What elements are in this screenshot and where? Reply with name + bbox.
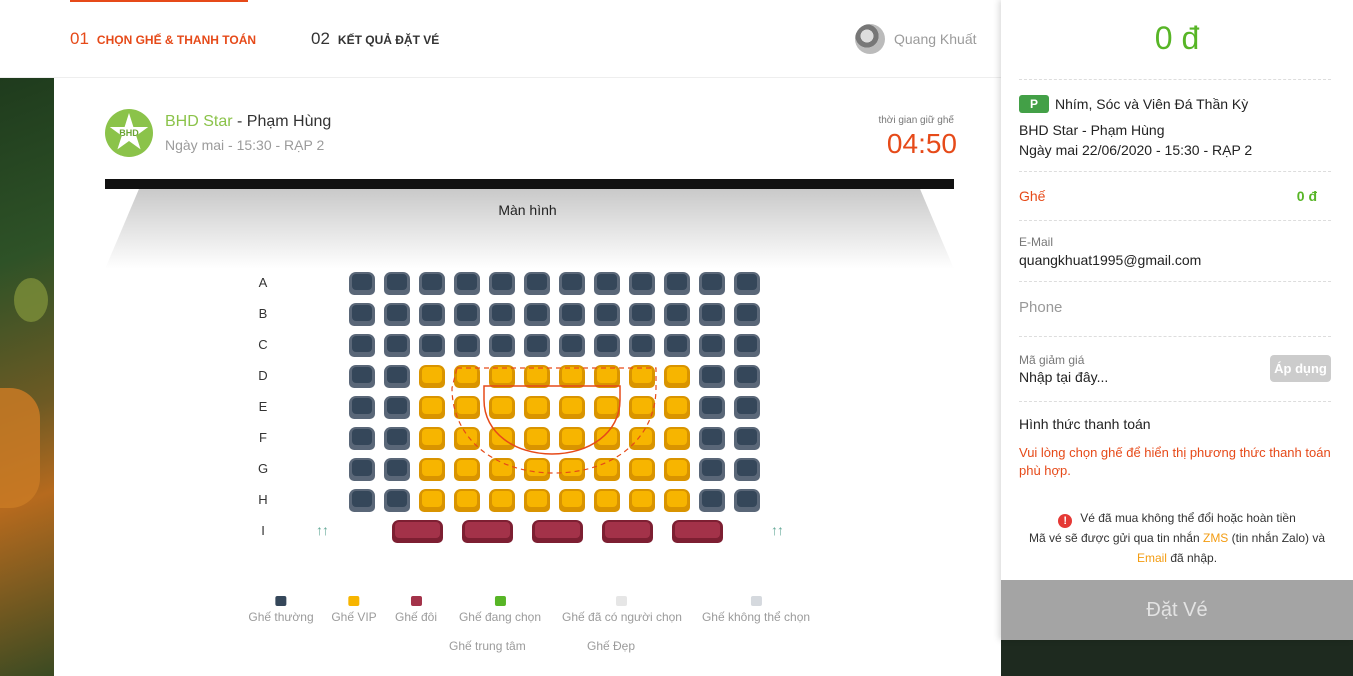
ticket-notice: ! Vé đã mua không thể đổi hoặc hoàn tiền … [1001,508,1353,568]
legend-swatch [348,596,360,606]
payment-method-note: Vui lòng chọn ghế để hiển thị phương thứ… [1019,445,1331,478]
legend-item: Ghế VIP [331,596,377,624]
discount-code-input[interactable]: Nhập tại đây... [1019,369,1108,385]
legend-center-seats: Ghế trung tâm [407,639,526,653]
legend-swatch [275,596,287,606]
legend-swatch [616,596,628,606]
divider [1019,171,1331,172]
legend-label: Ghế đã có người chọn [562,610,682,624]
notice-text: Mã vé sẽ được gửi qua tin nhắn [1028,531,1203,545]
notice-text: (tin nhắn Zalo) và [1228,531,1326,545]
legend-item: Ghế đôi [395,596,437,624]
step-result[interactable]: 02 KẾT QUẢ ĐẶT VÉ [311,29,439,49]
step-label: KẾT QUẢ ĐẶT VÉ [337,33,440,47]
payment-method-title: Hình thức thanh toán [1019,416,1151,432]
legend-label: Ghế không thể chọn [701,610,811,624]
notice-text: đã nhập. [1166,551,1218,565]
step-number: 02 [311,29,330,48]
divider [1019,281,1331,282]
step-label: CHỌN GHẾ & THANH TOÁN [96,33,257,47]
divider [1019,220,1331,221]
seat-summary-label: Ghế [1019,188,1046,204]
legend-label: Ghế VIP [331,610,377,624]
summary-datetime: Ngày mai 22/06/2020 - 15:30 - RẠP 2 [1019,142,1253,158]
legend-swatch [410,596,422,606]
movie-info: P Nhím, Sóc và Viên Đá Thần Kỳ [1019,95,1248,113]
center-zone-outline [451,367,657,474]
legend-item: Ghế thường [248,596,314,624]
divider [1019,336,1331,337]
user-name: Quang Khuất [894,31,977,47]
step-choose-seat[interactable]: 01 CHỌN GHẾ & THANH TOÁN [70,29,256,49]
avatar [855,24,885,54]
legend-swatch [494,596,506,606]
user-menu[interactable]: Quang Khuất [855,24,977,54]
step-number: 01 [70,29,89,48]
notice-line-1: Vé đã mua không thể đổi hoặc hoàn tiền [1080,511,1296,525]
legend-swatch [750,596,762,606]
phone-field[interactable]: Phone [1019,299,1062,316]
background-movie-art [0,78,54,676]
legend-best-seats: Ghế Đẹp [545,639,635,653]
rating-badge: P [1019,95,1050,113]
divider [1019,401,1331,402]
divider [1019,79,1331,80]
book-ticket-button[interactable]: Đặt Vé [1001,580,1353,640]
seat-zone-overlay [451,367,657,474]
seat-selection-panel: BHD BHD Star - Phạm Hùng Ngày mai - 15:3… [54,78,1001,676]
booking-page: 01 CHỌN GHẾ & THANH TOÁN 02 KẾT QUẢ ĐẶT … [0,0,1353,676]
legend-label: Ghế đang chọn [458,610,542,624]
summary-cinema: BHD Star - Phạm Hùng [1019,122,1165,138]
booking-summary: 0 đ P Nhím, Sóc và Viên Đá Thần Kỳ BHD S… [1001,0,1353,640]
warning-icon: ! [1058,514,1073,528]
email-link[interactable]: Email [1137,551,1167,565]
email-label: E-Mail [1019,235,1054,249]
legend-item: Ghế đang chọn [459,596,541,624]
legend-label: Ghế đôi [394,610,438,624]
apply-discount-button[interactable]: Áp dụng [1270,355,1331,382]
email-field[interactable]: quangkhuat1995@gmail.com [1019,252,1201,268]
legend-item: Ghế không thể chọn [702,596,810,624]
legend-label: Ghế thường [248,610,314,624]
header: 01 CHỌN GHẾ & THANH TOÁN 02 KẾT QUẢ ĐẶT … [0,0,1001,78]
seat-summary-price: 0 đ [1296,188,1317,204]
active-step-indicator [70,0,248,2]
best-zone-outline [483,385,621,455]
discount-label: Mã giảm giá [1019,353,1085,367]
legend-label: Ghế Đẹp [587,639,636,653]
total-price: 0 đ [1154,20,1200,56]
legend-item: Ghế đã có người chọn [562,596,682,624]
movie-title: Nhím, Sóc và Viên Đá Thần Kỳ [1055,96,1249,112]
legend-label: Ghế trung tâm [449,639,526,653]
zms-link[interactable]: ZMS [1203,531,1228,545]
